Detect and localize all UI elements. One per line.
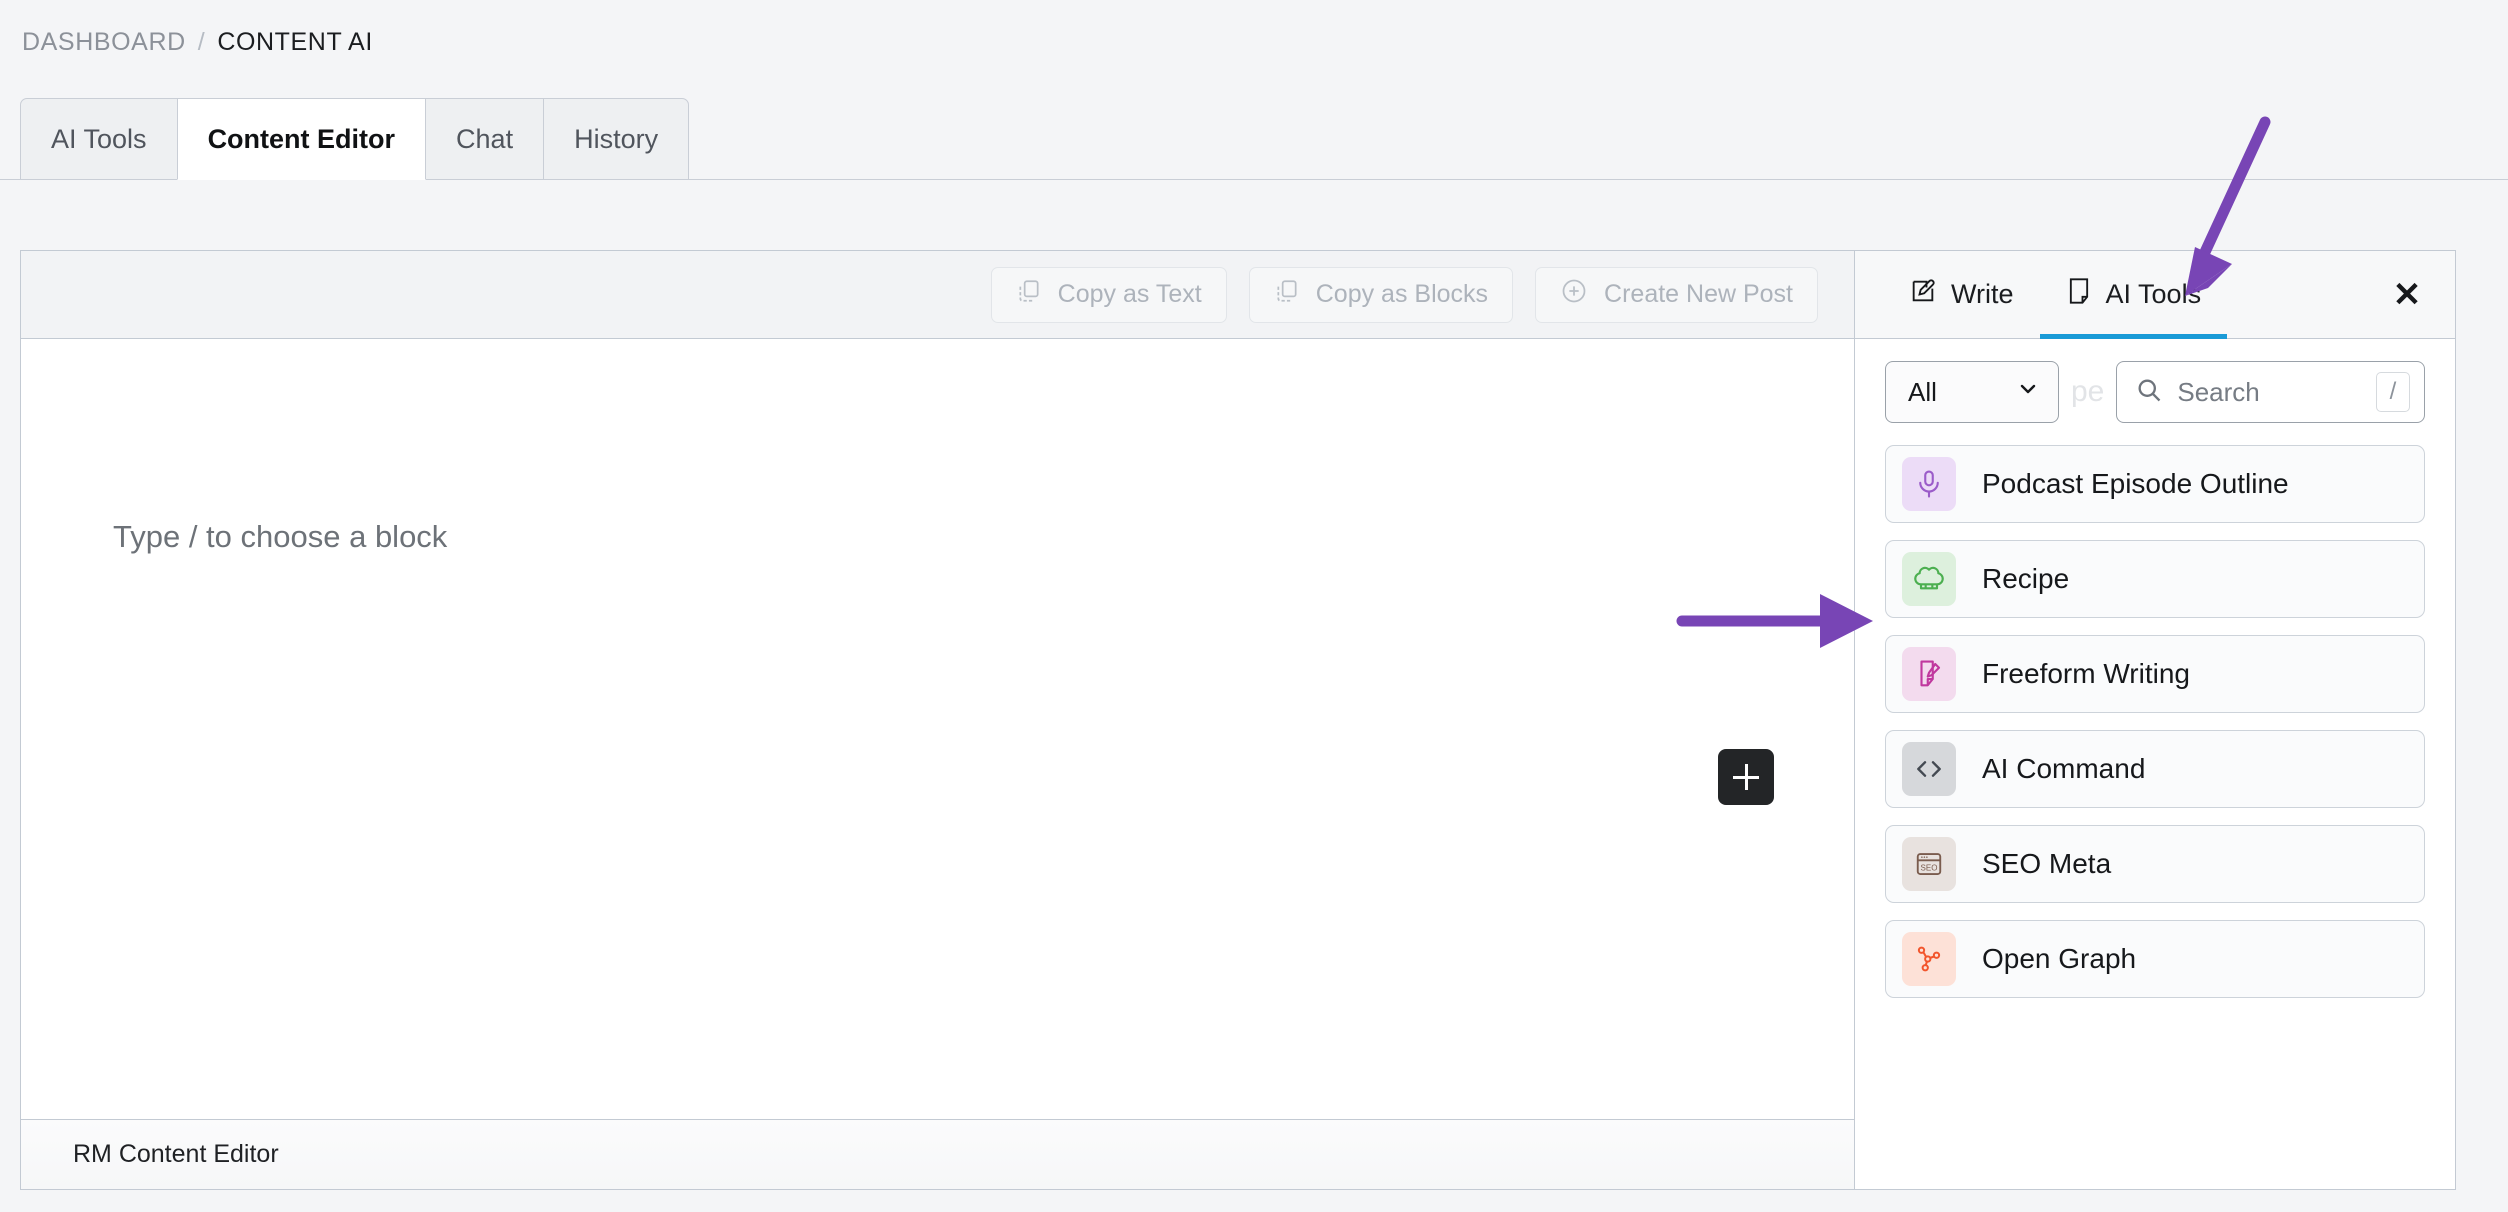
editor-footer: RM Content Editor [21, 1119, 1854, 1189]
tab-chat[interactable]: Chat [425, 98, 545, 180]
plus-circle-icon [1560, 277, 1588, 312]
ai-tool-list: Podcast Episode Outline Recipe Freeform … [1855, 437, 2455, 998]
close-icon: ✕ [2392, 275, 2422, 314]
tool-item-ai-command[interactable]: AI Command [1885, 730, 2425, 808]
editor-column: Copy as Text Copy as Blocks Create New P… [21, 251, 1855, 1189]
seo-window-icon: SEO [1902, 837, 1956, 891]
tab-ai-tools[interactable]: AI Tools [20, 98, 178, 180]
tab-label: AI Tools [51, 123, 147, 154]
tab-history[interactable]: History [543, 98, 690, 180]
plus-icon-vertical [1744, 764, 1748, 790]
document-pencil-icon [1902, 647, 1956, 701]
panel-tab-ai-tools[interactable]: AI Tools [2039, 251, 2228, 339]
tool-search-field[interactable]: Search / [2116, 361, 2425, 423]
panel-tab-label: Write [1951, 279, 2014, 309]
search-shortcut-key: / [2376, 372, 2410, 412]
editor-toolbar: Copy as Text Copy as Blocks Create New P… [21, 251, 1854, 339]
editor-ghost-text: pe [2071, 375, 2105, 408]
editor-shell: Copy as Text Copy as Blocks Create New P… [20, 250, 2456, 1190]
tool-label: SEO Meta [1982, 848, 2112, 879]
close-panel-button[interactable]: ✕ [2359, 251, 2455, 338]
search-icon [2135, 376, 2163, 409]
breadcrumb: DASHBOARD / CONTENT AI [22, 28, 373, 57]
select-value: All [1908, 376, 1937, 407]
button-label: Copy as Text [1057, 280, 1202, 308]
copy-as-text-button[interactable]: Copy as Text [990, 266, 1227, 323]
tool-item-podcast-episode-outline[interactable]: Podcast Episode Outline [1885, 445, 2425, 523]
main-tabbar: AI Tools Content Editor Chat History [20, 98, 690, 180]
editor-footer-label: RM Content Editor [73, 1140, 279, 1168]
tab-content-editor[interactable]: Content Editor [176, 98, 427, 180]
tool-item-recipe[interactable]: Recipe [1885, 540, 2425, 618]
breadcrumb-dashboard[interactable]: DASHBOARD [22, 28, 186, 57]
breadcrumb-current: CONTENT AI [217, 28, 373, 56]
button-label: Create New Post [1604, 280, 1793, 308]
node-graph-icon [1902, 932, 1956, 986]
copy-icon [1016, 278, 1042, 311]
create-new-post-button[interactable]: Create New Post [1535, 266, 1818, 323]
pencil-square-icon [1909, 277, 1937, 312]
tool-item-seo-meta[interactable]: SEO SEO Meta [1885, 825, 2425, 903]
breadcrumb-separator: / [197, 28, 206, 56]
ai-panel: Write AI Tools ✕ All pe Search / Podcast… [1855, 251, 2455, 1189]
copy-as-blocks-button[interactable]: Copy as Blocks [1248, 266, 1514, 323]
add-block-button[interactable] [1718, 749, 1774, 805]
tool-item-open-graph[interactable]: Open Graph [1885, 920, 2425, 998]
document-fold-icon [2066, 277, 2092, 312]
tab-label: Content Editor [207, 123, 396, 154]
panel-header: Write AI Tools ✕ [1855, 251, 2455, 339]
tool-label: Freeform Writing [1982, 658, 2190, 689]
chef-hat-icon [1902, 552, 1956, 606]
tool-label: Open Graph [1982, 943, 2137, 974]
tool-label: Podcast Episode Outline [1982, 468, 2289, 499]
tool-label: Recipe [1982, 563, 2070, 594]
search-placeholder: Search [2177, 376, 2260, 407]
code-icon [1902, 742, 1956, 796]
svg-text:SEO: SEO [1921, 863, 1938, 872]
panel-tab-label: AI Tools [2105, 279, 2202, 309]
block-placeholder: Type / to choose a block [113, 519, 448, 554]
tool-category-select[interactable]: All [1885, 361, 2059, 423]
tab-label: Chat [456, 123, 514, 154]
microphone-icon [1902, 457, 1956, 511]
tool-label: AI Command [1982, 753, 2146, 784]
chevron-down-icon [2016, 377, 2040, 408]
tab-label: History [574, 123, 659, 154]
tool-item-freeform-writing[interactable]: Freeform Writing [1885, 635, 2425, 713]
panel-tab-write[interactable]: Write [1883, 251, 2040, 338]
button-label: Copy as Blocks [1315, 280, 1489, 308]
panel-filters: All pe Search / [1855, 339, 2455, 437]
copy-icon [1274, 278, 1300, 311]
editor-canvas[interactable]: Type / to choose a block [21, 339, 1854, 1119]
